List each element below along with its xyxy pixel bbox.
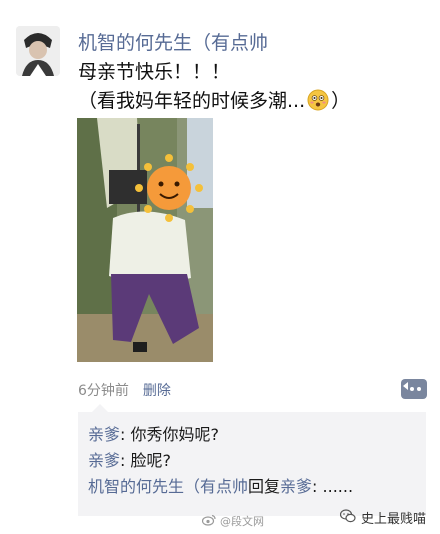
post-avatar[interactable] xyxy=(16,26,60,76)
comment-more-button[interactable] xyxy=(401,379,427,399)
delete-button[interactable]: 删除 xyxy=(143,380,171,400)
more-dot-icon xyxy=(417,387,421,391)
post-text-line2-end: ） xyxy=(331,90,351,112)
post-time: 6分钟前 xyxy=(78,383,129,399)
comment-separator: : xyxy=(120,425,126,444)
wechat-logo-icon xyxy=(339,508,356,527)
post-meta: 6分钟前 删除 xyxy=(78,380,171,400)
comment-author[interactable]: 亲爹 xyxy=(88,425,120,444)
comment-separator: : xyxy=(120,451,126,470)
comment-notch-icon xyxy=(403,382,408,390)
comment-reply-word: 回复 xyxy=(248,477,281,496)
post-text-line2-wrap: （看我妈年轻的时候多潮... ） xyxy=(78,87,350,120)
comment-reply-target[interactable]: 亲爹 xyxy=(280,477,312,496)
weibo-logo-icon xyxy=(201,514,216,529)
comment-text: 脸呢? xyxy=(130,451,172,470)
post-text-line1: 母亲节快乐！！！ xyxy=(78,61,231,83)
comment-text: 你秀你妈呢? xyxy=(130,425,220,444)
comment-author[interactable]: 亲爹 xyxy=(88,451,120,470)
post-content: 母亲节快乐！！！ （看我妈年轻的时候多潮... ） xyxy=(78,58,350,120)
comment-separator: : xyxy=(312,477,318,496)
watermark-text: @段文网 xyxy=(220,515,264,528)
brand-watermark: 史上最贱喵 xyxy=(339,508,427,527)
comment-item[interactable]: 亲爹: 脸呢? xyxy=(88,448,416,474)
post-text-line2: （看我妈年轻的时候多潮... xyxy=(78,90,306,112)
more-dot-icon xyxy=(410,387,414,391)
comment-text: ...... xyxy=(322,477,354,496)
comment-item[interactable]: 机智的何先生（有点帅回复亲爹: ...... xyxy=(88,474,416,500)
comment-item[interactable]: 亲爹: 你秀你妈呢? xyxy=(88,422,416,448)
comment-list: 亲爹: 你秀你妈呢? 亲爹: 脸呢? 机智的何先生（有点帅回复亲爹: .....… xyxy=(78,404,426,516)
weibo-watermark: @段文网 xyxy=(201,513,264,529)
brand-text: 史上最贱喵 xyxy=(361,512,427,527)
comment-author[interactable]: 机智的何先生（有点帅 xyxy=(88,477,248,496)
post-photo[interactable] xyxy=(77,118,213,362)
thinking-face-icon xyxy=(307,89,329,120)
post-username[interactable]: 机智的何先生（有点帅 xyxy=(78,28,268,55)
